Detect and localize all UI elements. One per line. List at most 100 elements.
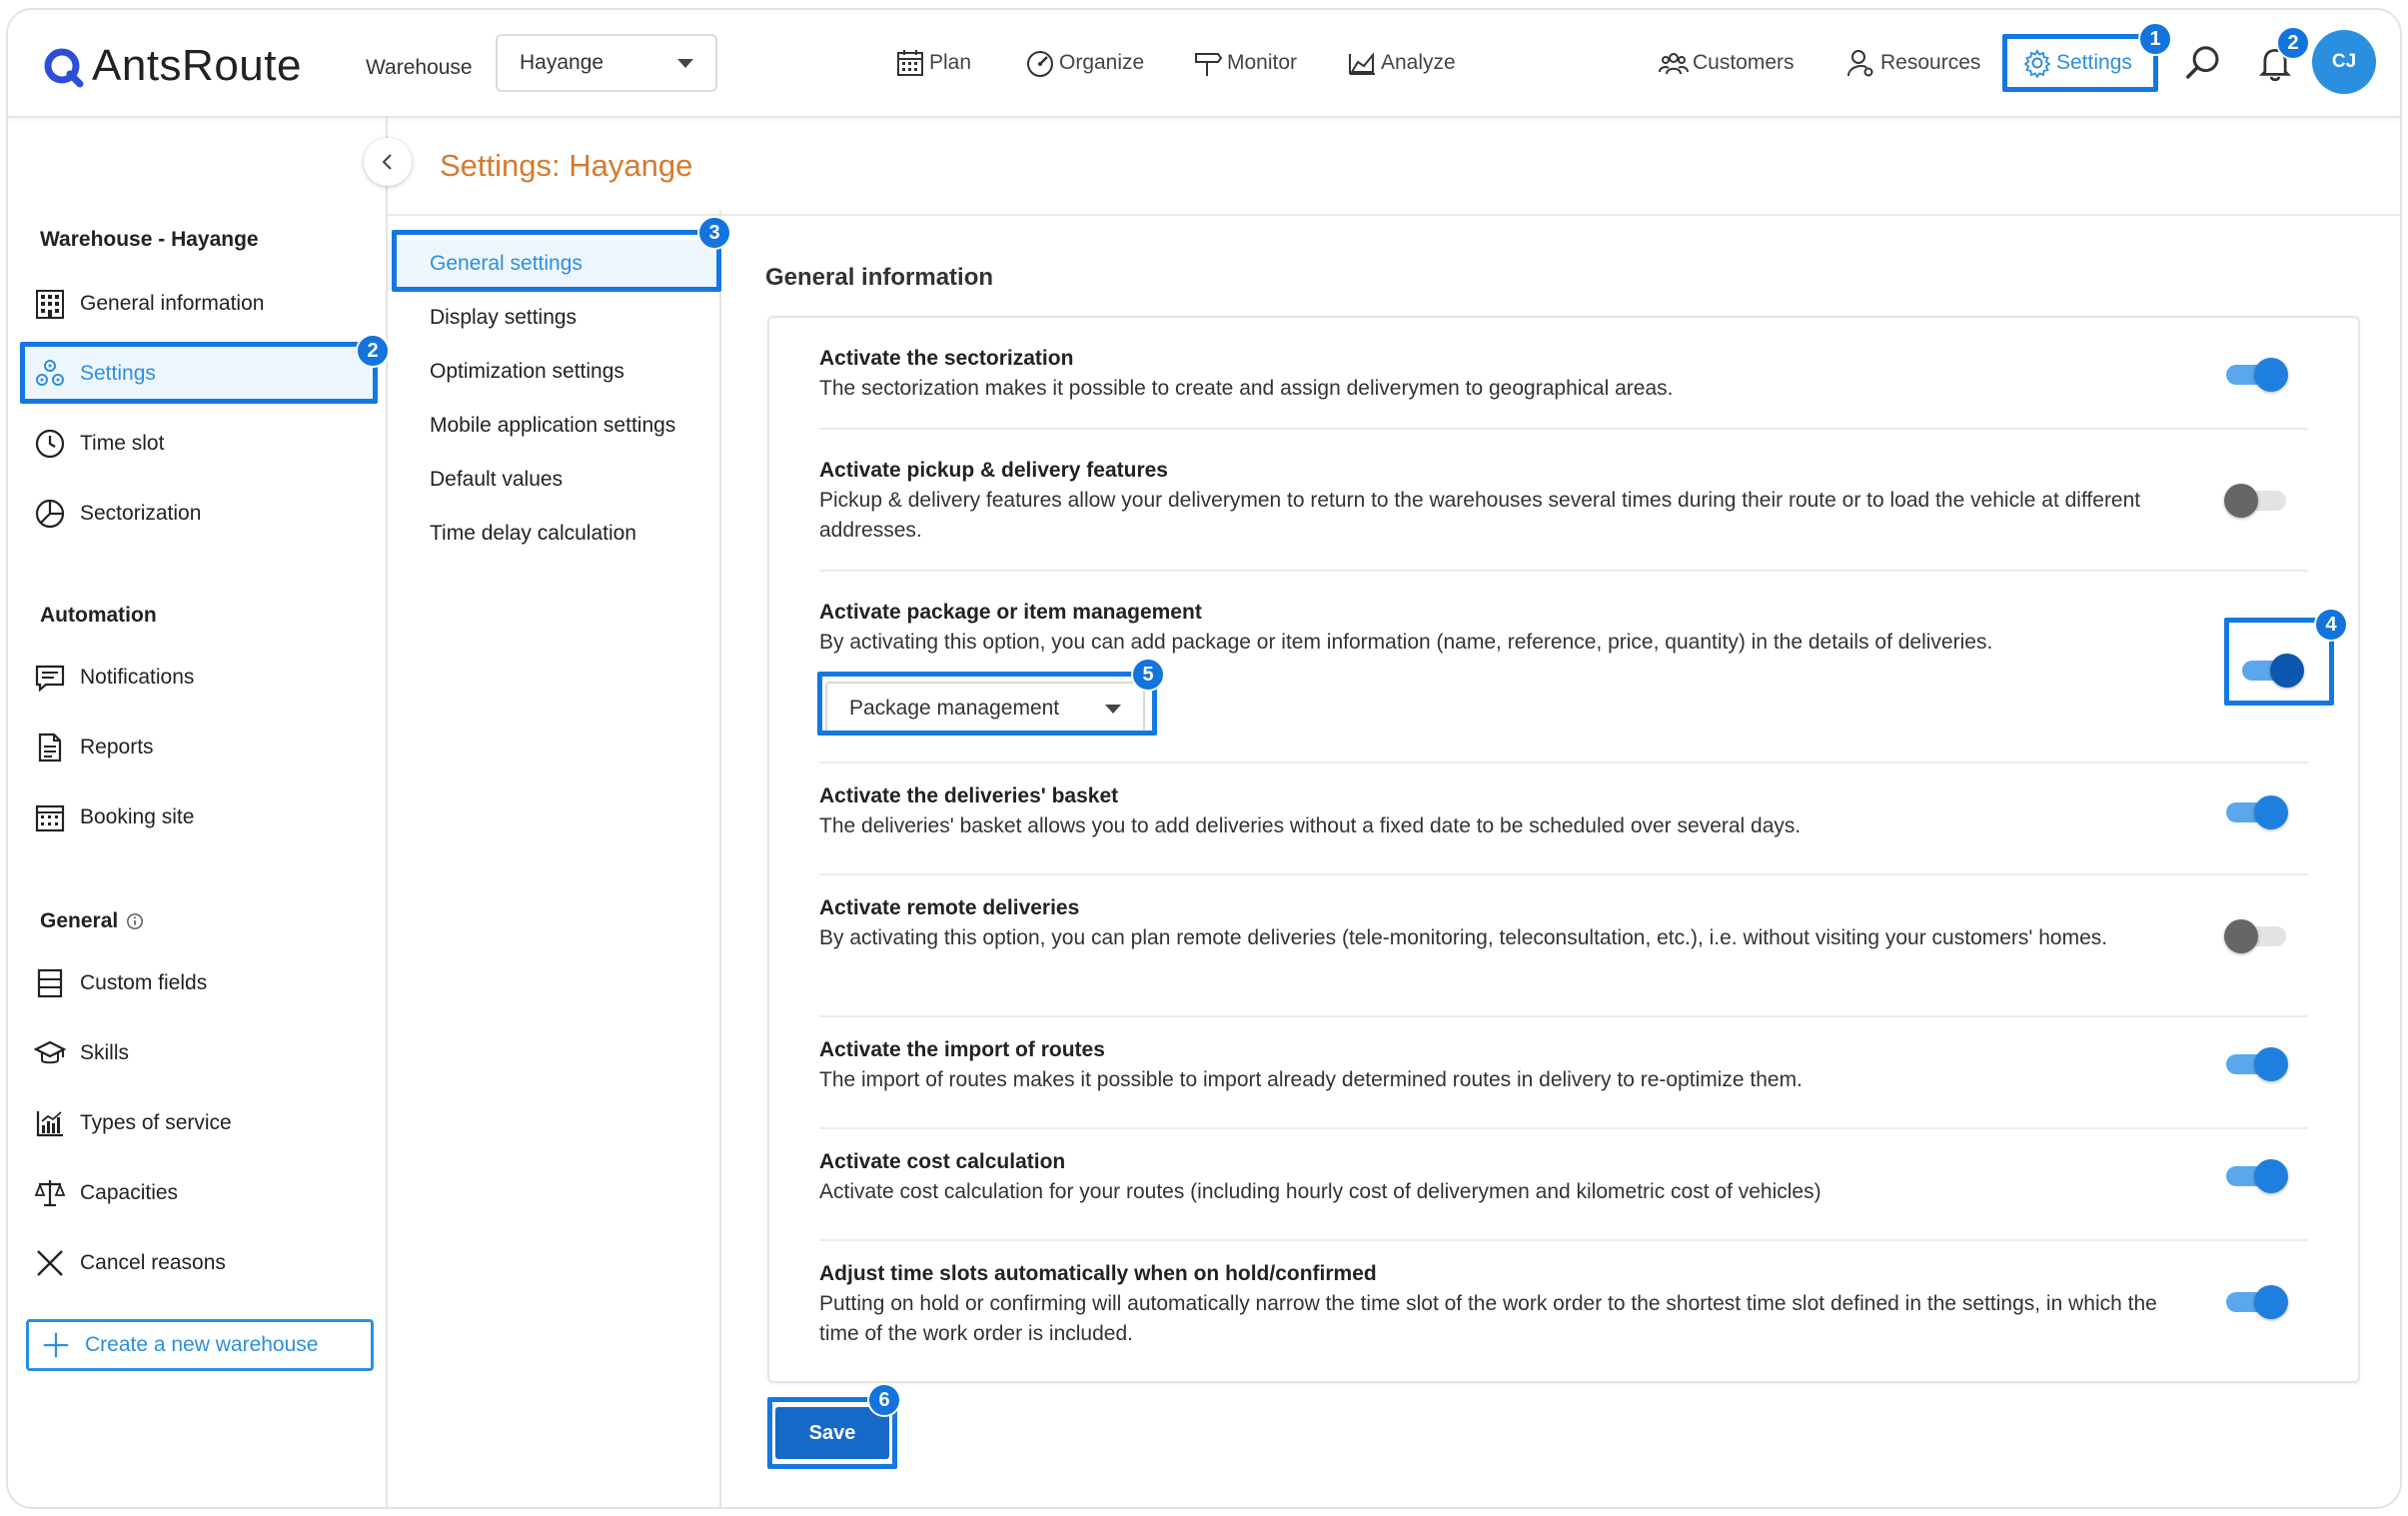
sidebar-item-label: Reports <box>80 736 154 758</box>
user-avatar[interactable]: CJ <box>2312 30 2376 94</box>
setting-title: Activate the deliveries' basket <box>819 784 1119 807</box>
toggle-remote-deliveries[interactable] <box>2224 917 2288 953</box>
setting-row-cost-calculation: Activate cost calculation Activate cost … <box>819 1147 2308 1207</box>
search-icon <box>2186 46 2219 79</box>
setting-title: Activate pickup & delivery features <box>819 459 1168 482</box>
toggle-cost-calculation[interactable] <box>2224 1157 2288 1193</box>
callout-badge-5: 5 <box>1131 658 1165 692</box>
row-divider <box>819 1127 2308 1129</box>
row-divider <box>819 570 2308 572</box>
sidebar-item-general-information[interactable]: General information <box>34 288 264 320</box>
callout-badge-6: 6 <box>867 1383 901 1417</box>
top-navigation-bar: AntsRoute Warehouse Hayange Plan Organiz… <box>8 10 2400 118</box>
sidebar-item-label: Notifications <box>80 666 195 689</box>
setting-row-adjust-time-slots: Adjust time slots automatically when on … <box>819 1259 2308 1349</box>
toggle-adjust-time-slots[interactable] <box>2224 1283 2288 1319</box>
toggle-deliveries-basket[interactable] <box>2224 793 2288 829</box>
logo-text: AntsRoute <box>92 41 302 90</box>
collapse-sidebar-button[interactable] <box>364 138 412 186</box>
notification-count-badge: 2 <box>2276 26 2310 60</box>
sidebar-item-reports[interactable]: Reports <box>34 732 154 763</box>
pie-icon <box>35 499 65 529</box>
sidebar-heading-general-label: General <box>40 909 119 932</box>
ants-logo-icon <box>44 48 84 88</box>
sidebar-item-time-slot[interactable]: Time slot <box>34 428 164 460</box>
setting-title: Activate cost calculation <box>819 1150 1066 1173</box>
create-warehouse-button[interactable]: Create a new warehouse <box>26 1319 374 1371</box>
setting-description: By activating this option, you can add p… <box>819 631 1993 654</box>
search-button[interactable] <box>2184 44 2222 82</box>
sidebar-item-booking-site[interactable]: Booking site <box>34 801 194 833</box>
settings-card: Activate the sectorization The sectoriza… <box>767 316 2360 1383</box>
warehouse-select[interactable]: Hayange <box>496 34 717 92</box>
toggle-pickup-delivery[interactable] <box>2224 482 2288 518</box>
highlight-general-settings <box>392 230 721 292</box>
nav-monitor-label: Monitor <box>1227 51 1298 74</box>
sidebar-item-notifications[interactable]: Notifications <box>34 662 194 694</box>
row-divider <box>819 428 2308 430</box>
subnav-optimization-settings[interactable]: Optimization settings <box>430 360 624 384</box>
highlight-package-select <box>817 672 1157 736</box>
sidebar-item-skills[interactable]: Skills <box>34 1037 129 1069</box>
signpost-icon <box>1195 53 1223 76</box>
sidebar-item-custom-fields[interactable]: Custom fields <box>34 967 207 999</box>
setting-description: The deliveries' basket allows you to add… <box>819 814 1802 837</box>
setting-description: The sectorization makes it possible to c… <box>819 377 1674 400</box>
sidebar-item-capacities[interactable]: Capacities <box>34 1177 178 1209</box>
sidebar-item-label: Custom fields <box>80 971 208 994</box>
warehouse-sidebar: Warehouse - Hayange General information … <box>8 118 390 1507</box>
chart-icon <box>36 1111 63 1137</box>
sidebar-item-sectorization[interactable]: Sectorization <box>34 498 201 530</box>
row-divider <box>819 1015 2308 1017</box>
nav-resources-label: Resources <box>1880 51 1981 74</box>
subnav-display-settings[interactable]: Display settings <box>430 306 577 330</box>
calendar-icon <box>897 50 923 76</box>
nav-organize[interactable]: Organize <box>1025 48 1144 78</box>
subnav-time-delay-calculation[interactable]: Time delay calculation <box>430 522 636 546</box>
setting-description: The import of routes makes it possible t… <box>819 1068 1803 1091</box>
sidebar-heading-automation: Automation <box>40 604 157 627</box>
sidebar-item-label: Booking site <box>80 805 195 828</box>
sidebar-item-types-of-service[interactable]: Types of service <box>34 1107 232 1139</box>
nav-monitor[interactable]: Monitor <box>1193 48 1297 78</box>
list-icon <box>37 968 63 998</box>
setting-description: By activating this option, you can plan … <box>819 926 2108 949</box>
user-gear-icon <box>1847 50 1873 77</box>
app-logo[interactable]: AntsRoute <box>42 38 302 94</box>
nav-analyze[interactable]: Analyze <box>1347 48 1456 78</box>
message-icon <box>35 665 65 693</box>
app-window: AntsRoute Warehouse Hayange Plan Organiz… <box>6 8 2402 1509</box>
nav-resources[interactable]: Resources <box>1846 48 1980 78</box>
row-divider <box>819 1239 2308 1241</box>
nav-customers[interactable]: Customers <box>1659 48 1795 78</box>
subnav-mobile-application-settings[interactable]: Mobile application settings <box>430 414 675 438</box>
nav-organize-label: Organize <box>1059 51 1145 74</box>
x-icon <box>37 1250 63 1276</box>
subnav-default-values[interactable]: Default values <box>430 468 563 492</box>
setting-row-import-routes: Activate the import of routes The import… <box>819 1035 2308 1095</box>
gauge-icon <box>1027 51 1053 77</box>
sidebar-heading-general: General <box>40 909 144 933</box>
sidebar-item-label: Skills <box>80 1041 130 1064</box>
plus-icon <box>43 1332 69 1358</box>
info-icon[interactable] <box>126 912 144 930</box>
clock-icon <box>35 429 65 459</box>
warehouse-label: Warehouse <box>366 56 473 79</box>
highlight-settings-nav <box>2002 34 2158 92</box>
sidebar-item-label: Cancel reasons <box>80 1251 226 1274</box>
setting-description: Activate cost calculation for your route… <box>819 1180 1821 1203</box>
nav-customers-label: Customers <box>1693 51 1795 74</box>
toggle-sectorization[interactable] <box>2224 356 2288 392</box>
sidebar-item-label: Capacities <box>80 1181 179 1204</box>
sidebar-item-label: Time slot <box>80 432 165 455</box>
toggle-import-routes[interactable] <box>2224 1045 2288 1081</box>
setting-title: Activate the sectorization <box>819 347 1074 370</box>
setting-description: Putting on hold or confirming will autom… <box>819 1292 2157 1345</box>
setting-row-package-management: Activate package or item management By a… <box>819 598 2308 658</box>
building-icon <box>36 290 64 319</box>
row-divider <box>819 761 2308 763</box>
warehouse-select-value: Hayange <box>520 51 604 74</box>
sidebar-item-cancel-reasons[interactable]: Cancel reasons <box>34 1247 226 1279</box>
callout-badge-1: 1 <box>2138 22 2172 56</box>
nav-plan[interactable]: Plan <box>895 48 971 78</box>
